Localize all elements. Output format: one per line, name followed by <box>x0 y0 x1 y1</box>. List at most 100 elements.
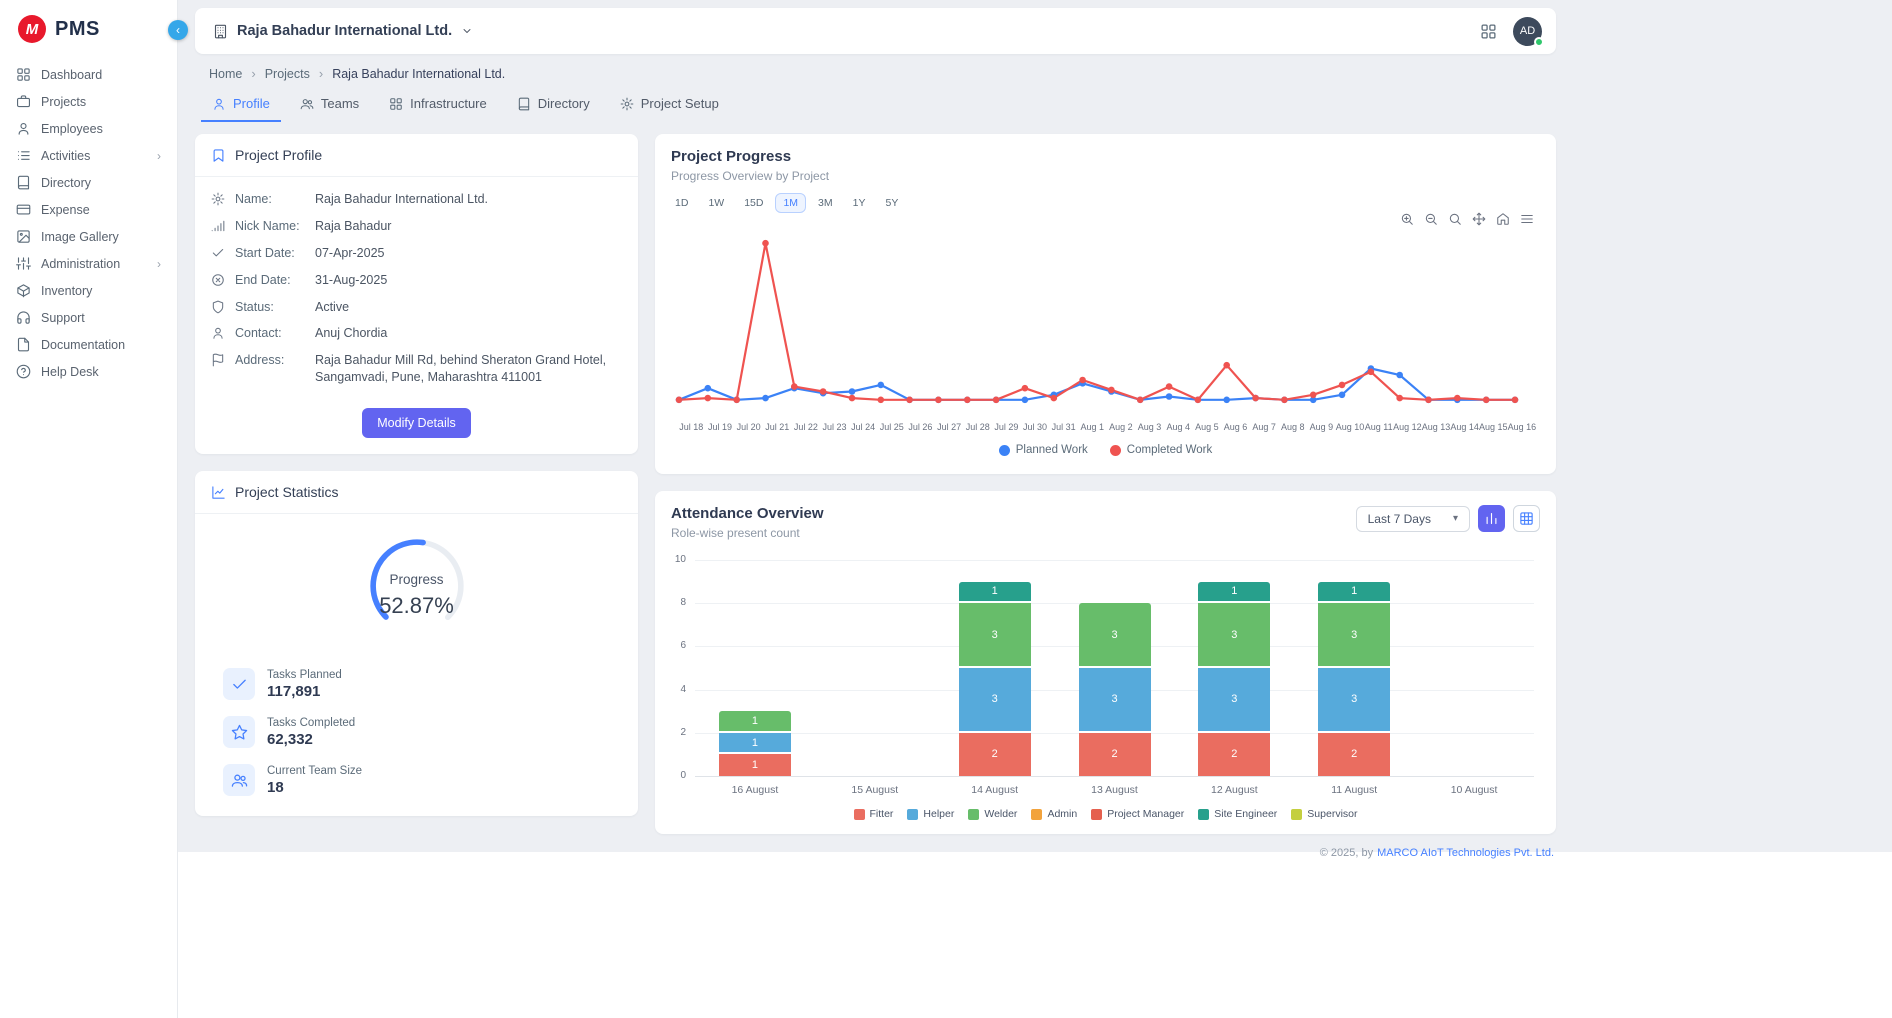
sidebar-item-image-gallery[interactable]: Image Gallery <box>0 223 177 250</box>
range-5y[interactable]: 5Y <box>877 193 906 213</box>
bar-segment-welder[interactable]: 3 <box>1318 603 1390 668</box>
range-15d[interactable]: 15D <box>736 193 771 213</box>
legend-helper[interactable]: Helper <box>907 808 954 820</box>
bookmark-icon <box>211 148 226 163</box>
range-3m[interactable]: 3M <box>810 193 841 213</box>
apps-grid-icon[interactable] <box>1480 23 1497 40</box>
table-view-button[interactable] <box>1513 505 1540 532</box>
sidebar-collapse-button[interactable]: ‹ <box>168 20 188 40</box>
range-1w[interactable]: 1W <box>700 193 732 213</box>
tab-project-setup[interactable]: Project Setup <box>609 87 730 122</box>
menu-icon[interactable] <box>1520 212 1534 226</box>
chart-subtitle: Role-wise present count <box>671 526 824 540</box>
logo-icon: M <box>18 15 46 43</box>
bar-segment-welder[interactable]: 1 <box>719 711 791 733</box>
stacked-bar[interactable]: 2 33 <box>1079 603 1151 776</box>
tab-infrastructure[interactable]: Infrastructure <box>378 87 498 122</box>
bar-segment-fitter[interactable]: 2 <box>1198 733 1270 776</box>
stacked-bar[interactable]: 2331 <box>1318 582 1390 776</box>
bar-segment-helper[interactable]: 1 <box>719 733 791 755</box>
sidebar-item-label: Help Desk <box>41 365 99 379</box>
legend-label: Admin <box>1047 808 1077 820</box>
bar-segment-site-engineer[interactable]: 1 <box>959 582 1031 604</box>
legend-fitter[interactable]: Fitter <box>854 808 894 820</box>
user-icon <box>212 97 226 111</box>
gauge-text: Progress 52.87% <box>357 530 477 642</box>
bar-segment-welder[interactable]: 3 <box>1198 603 1270 668</box>
avatar[interactable]: AD <box>1513 17 1542 46</box>
zoom-out-icon[interactable] <box>1424 212 1438 226</box>
tab-teams[interactable]: Teams <box>289 87 370 122</box>
tab-directory[interactable]: Directory <box>506 87 601 122</box>
sidebar-item-projects[interactable]: Projects <box>0 88 177 115</box>
sidebar-item-label: Documentation <box>41 338 125 352</box>
profile-field-contact: Contact:Anuj Chordia <box>211 325 622 342</box>
sidebar-item-label: Support <box>41 311 85 325</box>
sidebar-item-activities[interactable]: Activities› <box>0 142 177 169</box>
sidebar-item-administration[interactable]: Administration› <box>0 250 177 277</box>
stacked-bar[interactable]: 2331 <box>959 582 1031 776</box>
sidebar-item-dashboard[interactable]: Dashboard <box>0 61 177 88</box>
range-1d[interactable]: 1D <box>667 193 696 213</box>
breadcrumb-item-projects[interactable]: Projects <box>265 67 310 81</box>
bar-segment-helper[interactable]: 3 <box>1079 668 1151 733</box>
legend-project-manager[interactable]: Project Manager <box>1091 808 1184 820</box>
stat-label: Current Team Size <box>267 765 362 777</box>
sidebar-item-label: Directory <box>41 176 91 190</box>
bar-segment-welder[interactable]: 3 <box>1079 603 1151 668</box>
briefcase-icon <box>16 94 31 109</box>
sidebar-item-documentation[interactable]: Documentation <box>0 331 177 358</box>
bar-segment-site-engineer[interactable]: 1 <box>1318 582 1390 604</box>
date-range-select[interactable]: Last 7 Days ▾ <box>1356 506 1470 532</box>
field-label: Status: <box>235 299 305 316</box>
pan-icon[interactable] <box>1472 212 1486 226</box>
app-logo[interactable]: M PMS <box>0 0 177 59</box>
tab-profile[interactable]: Profile <box>201 87 281 122</box>
bar-segment-fitter[interactable]: 1 <box>719 754 791 776</box>
legend-label: Welder <box>984 808 1017 820</box>
legend-supervisor[interactable]: Supervisor <box>1291 808 1357 820</box>
sidebar-item-directory[interactable]: Directory <box>0 169 177 196</box>
stacked-bar[interactable]: 2331 <box>1198 582 1270 776</box>
sidebar-item-inventory[interactable]: Inventory <box>0 277 177 304</box>
breadcrumb-item-home[interactable]: Home <box>209 67 242 81</box>
stat-value: 117,891 <box>267 683 342 700</box>
home-icon[interactable] <box>1496 212 1510 226</box>
top-header: Raja Bahadur International Ltd. AD <box>195 8 1556 54</box>
bar-segment-welder[interactable]: 3 <box>959 603 1031 668</box>
bar-10-august <box>1414 560 1534 776</box>
company-selector[interactable]: Raja Bahadur International Ltd. <box>209 23 473 39</box>
bar-segment-site-engineer[interactable]: 1 <box>1198 582 1270 604</box>
bar-segment-helper[interactable]: 3 <box>959 668 1031 733</box>
bar-segment-fitter[interactable]: 2 <box>1318 733 1390 776</box>
legend-completed-work[interactable]: Completed Work <box>1110 444 1212 456</box>
bar-segment-fitter[interactable]: 2 <box>1079 733 1151 776</box>
legend-planned-work[interactable]: Planned Work <box>999 444 1088 456</box>
bar-segment-helper[interactable]: 3 <box>1198 668 1270 733</box>
sidebar-menu: DashboardProjectsEmployeesActivities› Dir… <box>0 59 177 385</box>
legend-admin[interactable]: Admin <box>1031 808 1077 820</box>
x-axis-label: Jul 20 <box>734 422 763 432</box>
selection-zoom-icon[interactable] <box>1448 212 1462 226</box>
field-label: Contact: <box>235 325 305 342</box>
legend-welder[interactable]: Welder <box>968 808 1017 820</box>
card-icon <box>16 202 31 217</box>
range-1m[interactable]: 1M <box>775 193 806 213</box>
footer-company-link[interactable]: MARCO AIoT Technologies Pvt. Ltd. <box>1377 847 1554 859</box>
range-1y[interactable]: 1Y <box>845 193 874 213</box>
stacked-bar[interactable]: 111 <box>719 711 791 776</box>
bar-segment-value: 2 <box>1111 748 1117 760</box>
bar-segment-helper[interactable]: 3 <box>1318 668 1390 733</box>
sidebar-item-support[interactable]: Support <box>0 304 177 331</box>
chart-view-button[interactable] <box>1478 505 1505 532</box>
modify-details-button[interactable]: Modify Details <box>362 408 471 438</box>
sidebar-item-help-desk[interactable]: Help Desk <box>0 358 177 385</box>
bar-segment-value: 3 <box>992 693 998 705</box>
sidebar-item-expense[interactable]: Expense <box>0 196 177 223</box>
zoom-in-icon[interactable] <box>1400 212 1414 226</box>
bar-segment-fitter[interactable]: 2 <box>959 733 1031 776</box>
x-axis-label: Aug 11 <box>1364 422 1393 432</box>
sidebar-item-label: Inventory <box>41 284 92 298</box>
legend-site-engineer[interactable]: Site Engineer <box>1198 808 1277 820</box>
sidebar-item-employees[interactable]: Employees <box>0 115 177 142</box>
